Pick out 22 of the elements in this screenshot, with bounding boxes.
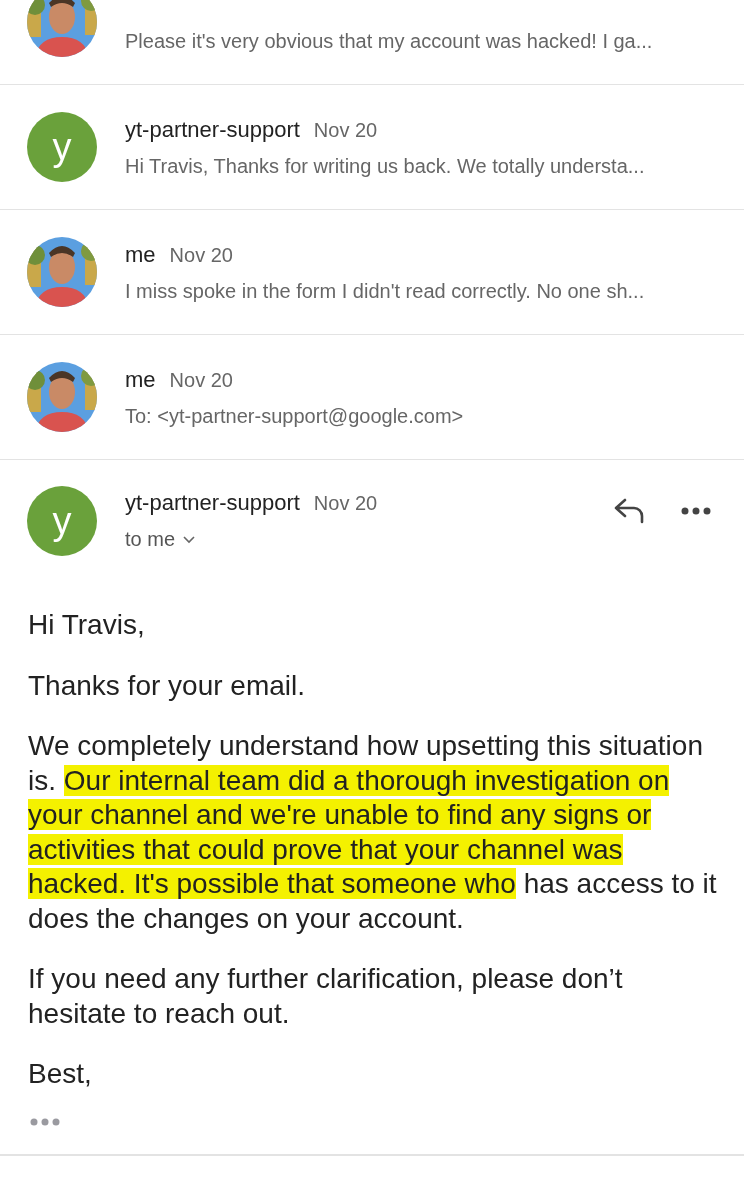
- preview-text: Please it's very obvious that my account was hacked! I ga...: [125, 29, 653, 53]
- avatar: y: [27, 486, 97, 556]
- paragraph: Thanks for your email.: [28, 668, 306, 703]
- sender-name: yt-partner-support: [125, 116, 300, 143]
- paragraph: If you need any further clarification, please don’t hesitate to reach out.: [28, 962, 624, 1031]
- reply-icon[interactable]: [613, 498, 645, 524]
- recipient-dropdown[interactable]: to me: [125, 528, 585, 551]
- caret-icon[interactable]: [183, 535, 196, 544]
- sender-name: yt-partner-support: [125, 490, 300, 516]
- preview-text: I miss spoke in the form I didn't read correctly. No one sh...: [125, 279, 645, 303]
- date: Nov 20: [313, 492, 378, 515]
- sender-name: me: [125, 241, 156, 268]
- date: Nov 20: [313, 118, 378, 142]
- date: Nov 20: [169, 368, 233, 392]
- avatar: y: [27, 112, 97, 182]
- sender-name: me: [125, 366, 156, 393]
- date: Nov 20: [169, 243, 233, 267]
- preview-text: Hi Travis, Thanks for writing us back. We totally understa...: [125, 154, 645, 178]
- preview-text: To: <yt-partner-support@google.com>: [125, 404, 464, 428]
- paragraph: Hi Travis,: [28, 608, 146, 642]
- more-icon[interactable]: [681, 507, 711, 515]
- paragraph: Best,: [28, 1057, 93, 1091]
